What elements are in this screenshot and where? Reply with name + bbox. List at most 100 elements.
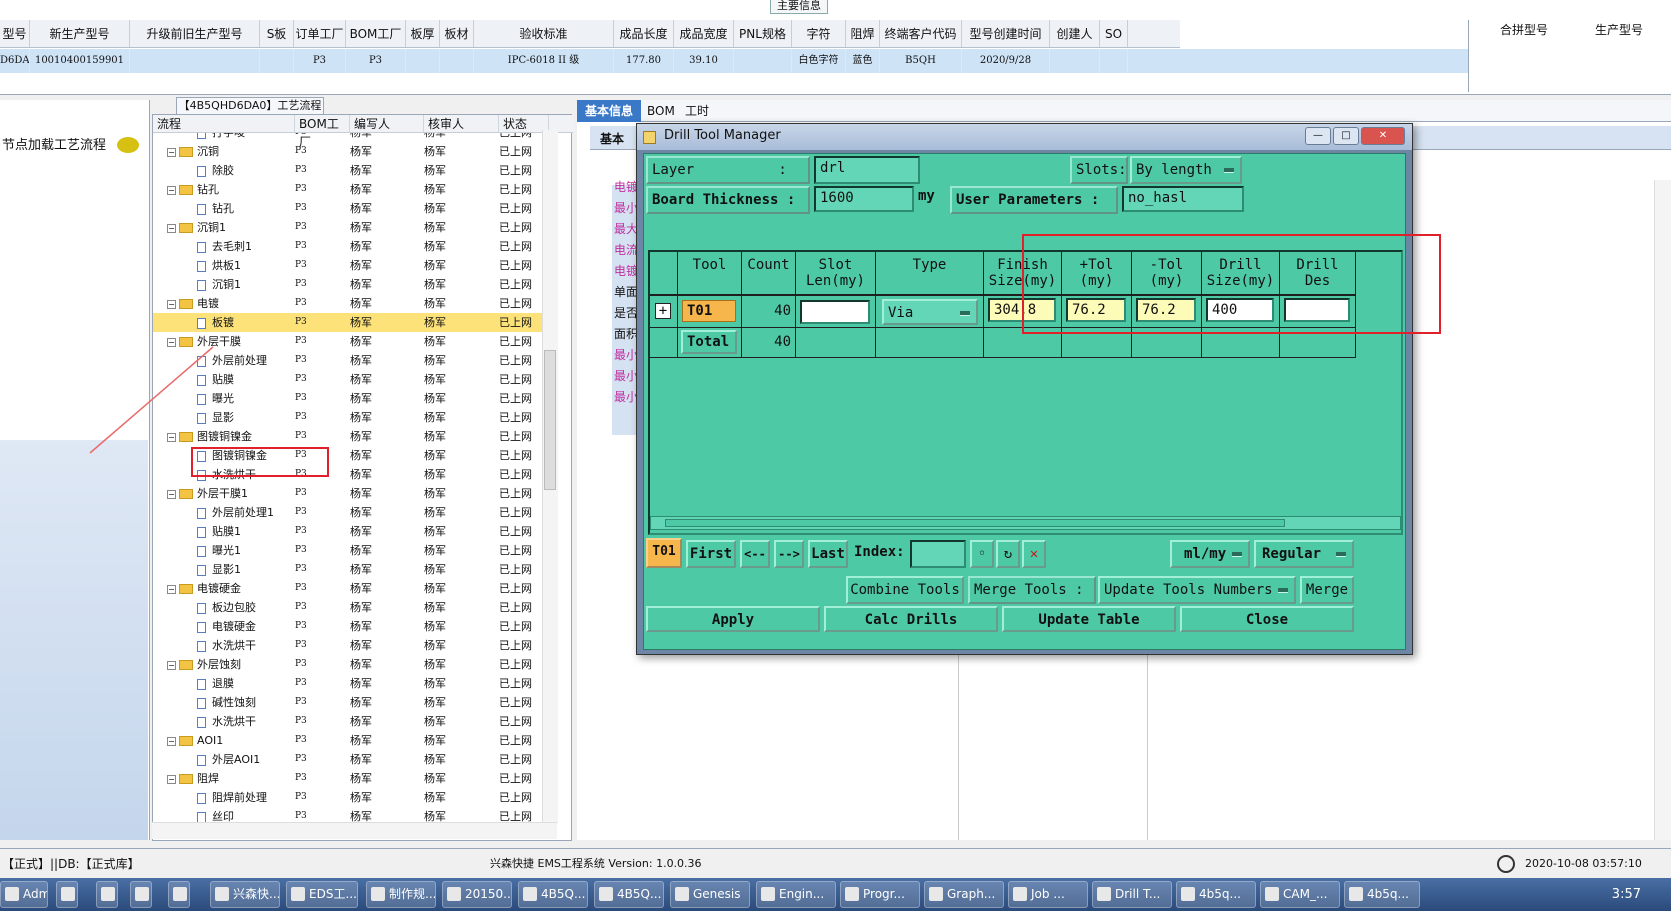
header-col-11[interactable]: PNL规格 (734, 20, 792, 47)
close-button[interactable]: Close (1180, 606, 1354, 632)
header-col-7[interactable]: 板材 (440, 20, 474, 47)
collapse-icon[interactable]: − (167, 736, 176, 746)
header-col-14[interactable]: 终端客户代码 (880, 20, 962, 47)
tab-work-hours[interactable]: 工时 (677, 100, 717, 122)
slots-dropdown[interactable]: By length (1130, 156, 1242, 184)
row-cell-0[interactable]: D6DA0 (0, 49, 30, 73)
flow-row[interactable]: − 外层干膜1 P3 杨军 杨军 已上网 (153, 484, 558, 503)
taskbar-item[interactable]: EDS工... (286, 881, 358, 908)
header-col-12[interactable]: 字符 (792, 20, 846, 47)
flow-row[interactable]: 外层AOI1 P3 杨军 杨军 已上网 (153, 750, 558, 769)
col-bom-factory[interactable]: BOM工厂 (295, 115, 350, 149)
taskbar-item[interactable]: 4B5Q... (518, 881, 588, 908)
flow-panel-tab[interactable]: 【4B5QHD6DA0】工艺流程 (176, 97, 324, 115)
last-button[interactable]: Last (808, 540, 848, 568)
main-info-row[interactable]: D6DA010010400159901 P3P3 IPC-6018 II 级177.… (0, 49, 1468, 73)
row-cell-9[interactable]: 177.80 (614, 49, 674, 73)
flow-row[interactable]: 显影1 P3 杨军 杨军 已上网 (153, 560, 558, 579)
taskbar-item[interactable]: Graph... (924, 881, 1004, 908)
flow-row[interactable]: − 电镀硬金 P3 杨军 杨军 已上网 (153, 579, 558, 598)
flow-row[interactable]: 沉铜1 P3 杨军 杨军 已上网 (153, 275, 558, 294)
col-flow[interactable]: 流程 (153, 115, 295, 132)
taskbar-item[interactable]: 制作规... (366, 881, 436, 908)
flow-row[interactable]: 碱性蚀刻 P3 杨军 杨军 已上网 (153, 693, 558, 712)
row-cell-8[interactable]: IPC-6018 II 级 (474, 49, 614, 73)
taskbar-item[interactable] (168, 881, 190, 908)
collapse-icon[interactable]: − (167, 185, 176, 195)
tab-basic-info[interactable]: 基本信息 (577, 100, 642, 122)
flow-row[interactable]: 外层前处理1 P3 杨军 杨军 已上网 (153, 503, 558, 522)
header-col-8[interactable]: 验收标准 (474, 20, 614, 47)
bulb-icon[interactable]: ◦ (970, 540, 994, 568)
row-cell-5[interactable]: P3 (346, 49, 406, 73)
header-col-2[interactable]: 升级前旧生产型号 (130, 20, 260, 47)
units-dropdown[interactable]: ml/my (1170, 540, 1250, 568)
taskbar-item[interactable]: CAM_... (1260, 881, 1340, 908)
tool-id[interactable]: T01 (682, 300, 736, 322)
header-col-3[interactable]: S板 (260, 20, 294, 47)
row-cell-17[interactable] (1100, 49, 1128, 73)
flow-row[interactable]: 烘板1 P3 杨军 杨军 已上网 (153, 256, 558, 275)
merge-button[interactable]: Merge (1300, 576, 1354, 604)
prev-button[interactable]: <-- (740, 540, 770, 568)
flow-row[interactable]: 钻孔 P3 杨军 杨军 已上网 (153, 199, 558, 218)
header-col-9[interactable]: 成品长度 (614, 20, 674, 47)
flow-scroll-thumb[interactable] (544, 350, 556, 490)
collapse-icon[interactable]: − (167, 147, 176, 157)
header-col-1[interactable]: 新生产型号 (30, 20, 130, 47)
taskbar-item[interactable]: Progr... (840, 881, 920, 908)
row-cell-16[interactable] (1050, 49, 1100, 73)
expand-icon[interactable]: + (655, 303, 671, 319)
taskbar-item[interactable] (56, 881, 78, 908)
flow-row[interactable]: − 沉铜1 P3 杨军 杨军 已上网 (153, 218, 558, 237)
flow-row[interactable]: 去毛刺1 P3 杨军 杨军 已上网 (153, 237, 558, 256)
taskbar-item[interactable]: 4b5q... (1344, 881, 1420, 908)
flow-row[interactable]: 水洗烘干 P3 杨军 杨军 已上网 (153, 636, 558, 655)
index-field[interactable] (910, 540, 966, 568)
row-cell-14[interactable]: B5QH (880, 49, 962, 73)
taskbar-item[interactable]: Drill T... (1092, 881, 1172, 908)
flow-row[interactable]: 阻焊前处理 P3 杨军 杨军 已上网 (153, 788, 558, 807)
taskbar-item[interactable] (130, 881, 152, 908)
collapse-icon[interactable]: − (167, 660, 176, 670)
table-hscrollbar[interactable] (650, 516, 1401, 530)
update-tools-numbers-dropdown[interactable]: Update Tools Numbers (1098, 576, 1296, 604)
collapse-icon[interactable]: − (167, 584, 176, 594)
header-col-10[interactable]: 成品宽度 (674, 20, 734, 47)
combine-tools-button[interactable]: Combine Tools (846, 576, 964, 604)
collapse-icon[interactable]: − (167, 299, 176, 309)
taskbar-item[interactable]: 4b5q... (1176, 881, 1256, 908)
flow-row[interactable]: 板镀 P3 杨军 杨军 已上网 (153, 313, 558, 332)
maximize-button[interactable]: □ (1333, 127, 1359, 145)
taskbar-item[interactable]: Engin... (756, 881, 836, 908)
row-cell-1[interactable]: 10010400159901 (30, 49, 130, 73)
table-hscroll-thumb[interactable] (665, 519, 1285, 527)
main-info-tab[interactable]: 主要信息 (770, 0, 828, 14)
flow-row[interactable]: − AOI1 P3 杨军 杨军 已上网 (153, 731, 558, 750)
header-col-4[interactable]: 订单工厂 (294, 20, 346, 47)
tray-clock[interactable]: 3:57 (1612, 887, 1641, 902)
flow-row[interactable]: 曝光1 P3 杨军 杨军 已上网 (153, 541, 558, 560)
taskbar-item[interactable]: Admin... (0, 881, 48, 908)
flow-row[interactable]: 电镀硬金 P3 杨军 杨军 已上网 (153, 617, 558, 636)
col-reviewer[interactable]: 核审人 (424, 115, 499, 132)
chat-bubble-icon[interactable] (117, 137, 139, 153)
header-col-15[interactable]: 型号创建时间 (962, 20, 1050, 47)
row-cell-12[interactable]: 白色字符 (792, 49, 846, 73)
delete-icon[interactable]: ✕ (1022, 540, 1046, 568)
header-col-16[interactable]: 创建人 (1050, 20, 1100, 47)
flow-row[interactable]: − 沉铜 P3 杨军 杨军 已上网 (153, 142, 558, 161)
tab-basic-sub[interactable]: 基本 (600, 130, 624, 147)
row-cell-7[interactable] (440, 49, 474, 73)
header-col-17[interactable]: SO (1100, 20, 1128, 47)
dialog-titlebar[interactable]: Drill Tool Manager — □ ✕ (637, 124, 1412, 150)
apply-button[interactable]: Apply (646, 606, 820, 632)
update-table-button[interactable]: Update Table (1002, 606, 1176, 632)
type-dropdown[interactable]: Via (882, 299, 978, 325)
row-cell-4[interactable]: P3 (294, 49, 346, 73)
minimize-button[interactable]: — (1305, 127, 1331, 145)
board-thickness-field[interactable]: 1600 (814, 186, 914, 212)
collapse-icon[interactable]: − (167, 223, 176, 233)
mode-dropdown[interactable]: Regular (1254, 540, 1354, 568)
collapse-icon[interactable]: − (167, 774, 176, 784)
